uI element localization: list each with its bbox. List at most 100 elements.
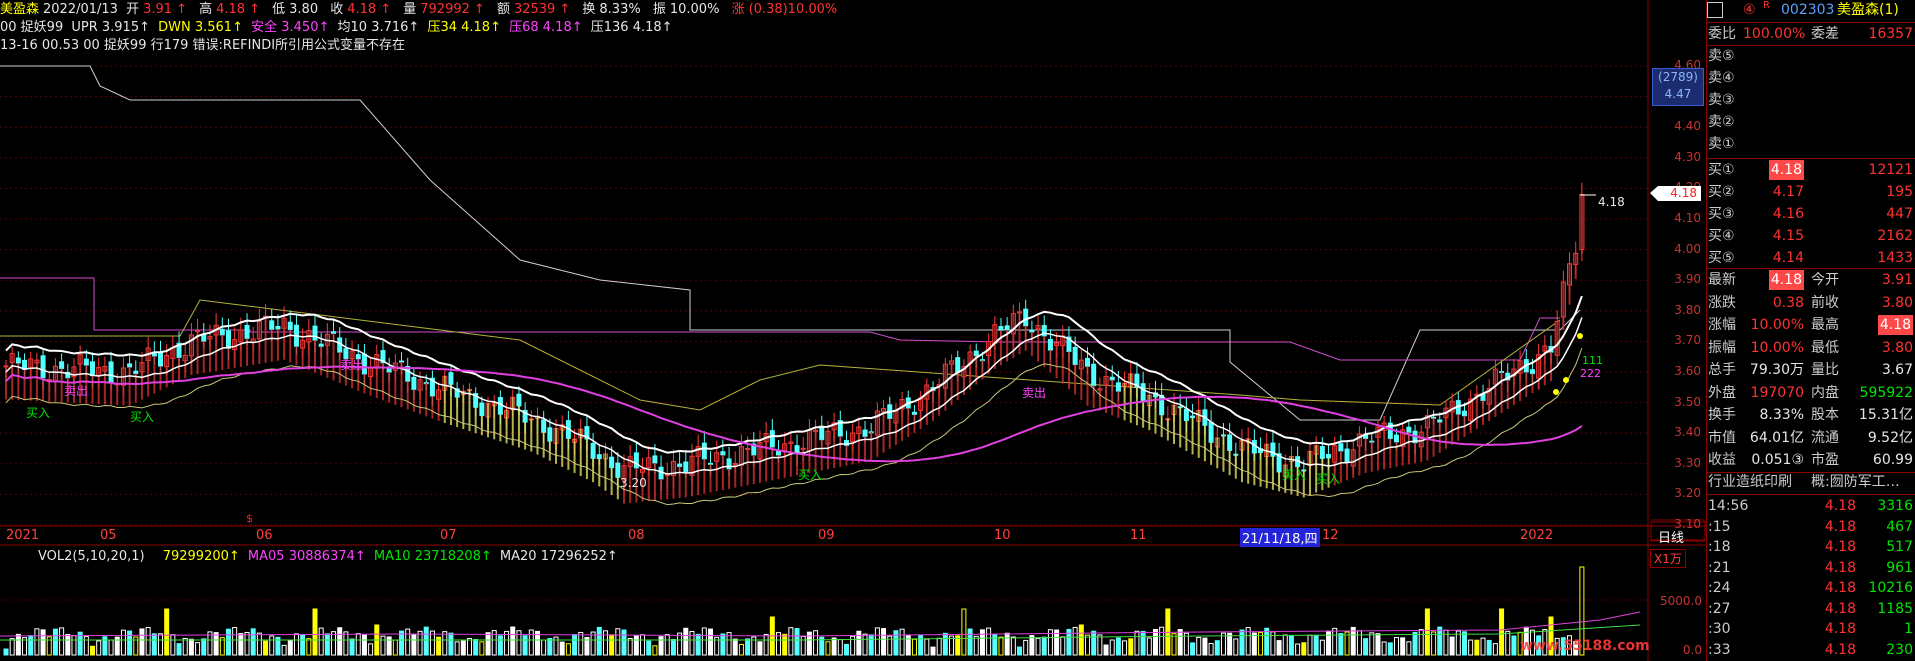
buy-order-row[interactable]: 买⑤ 4.14 1433 [1707, 248, 1915, 268]
volume-bar [1400, 637, 1406, 656]
volume-bar [1152, 628, 1158, 656]
row-value: 8.33% [1759, 407, 1804, 423]
stat-row[interactable]: 收益 0.051③ 市盈 60.99 [1707, 450, 1915, 470]
volume-bar [1214, 640, 1220, 656]
volume-bar [1023, 639, 1029, 656]
volume-bar [670, 638, 676, 656]
stat-row[interactable]: 涨跌 0.38 前收 3.80 [1707, 293, 1915, 313]
sell-order-row[interactable]: 卖① [1707, 134, 1915, 154]
volume-bar [1492, 643, 1498, 656]
row-value-2: 2162 [1877, 228, 1913, 244]
volume-bar [1115, 637, 1121, 656]
volume-bar [930, 646, 936, 656]
sell-order-row[interactable]: 卖③ [1707, 90, 1915, 110]
tick-row[interactable]: :27 4.18 1185 [1707, 599, 1915, 619]
volume-bar [1190, 642, 1196, 656]
sell-order-row[interactable]: 卖⑤ [1707, 46, 1915, 66]
row-label: 卖② [1708, 114, 1735, 130]
row-value: 4.18 [1824, 580, 1856, 596]
stat-row[interactable]: 外盘 197070 内盘 595922 [1707, 383, 1915, 403]
volume-bar [232, 627, 238, 656]
candle-body [448, 372, 454, 385]
row-value-2: 447 [1886, 206, 1913, 222]
volume-bar [1276, 640, 1282, 656]
period-label[interactable]: 日线 [1658, 527, 1684, 546]
buy-order-row[interactable]: 买③ 4.16 447 [1707, 204, 1915, 224]
sell-order-row[interactable]: 卖② [1707, 112, 1915, 132]
row-value-2: 3316 [1877, 498, 1913, 514]
candle-body [547, 427, 553, 442]
buy-order-row[interactable]: 买④ 4.15 2162 [1707, 226, 1915, 246]
volume-bar [287, 640, 293, 656]
tick-row[interactable]: 14:56 4.18 3316 [1707, 496, 1915, 516]
concept-label[interactable]: 概:囫防军工… [1811, 472, 1900, 492]
volume-bar [1239, 629, 1245, 656]
candle-body [1406, 426, 1412, 433]
tick-row[interactable]: :30 4.18 1 [1707, 619, 1915, 639]
panel-title-row: ④ R 002303 美盈森(1) [1707, 0, 1915, 20]
price-tick-label: 3.60 [1674, 364, 1701, 378]
volume-bar [924, 638, 930, 656]
volume-bar [1424, 608, 1430, 656]
volume-bar [145, 626, 151, 656]
volume-bar [1177, 629, 1183, 656]
row-value: 0.38 [1772, 294, 1804, 311]
stat-row[interactable]: 换手 8.33% 股本 15.31亿 [1707, 405, 1915, 425]
candle-body [677, 463, 683, 468]
volume-bar [911, 638, 917, 656]
volume-bar [83, 636, 89, 656]
volume-bar [1091, 630, 1097, 656]
stat-row[interactable]: 振幅 10.00% 最低 3.80 [1707, 338, 1915, 358]
candle-body [1437, 419, 1443, 423]
current-price-tag-text: 4.18 [1670, 186, 1697, 200]
candle-body [541, 419, 547, 433]
stat-row[interactable]: 涨幅 10.00% 最高 4.18 [1707, 315, 1915, 335]
row-value: 4.18 [1824, 498, 1856, 514]
row-value-2: 3.80 [1881, 339, 1913, 356]
volume-bar [1146, 637, 1152, 656]
date-tick-label: 06 [256, 528, 273, 543]
stat-row[interactable]: 总手 79.30万 量比 3.67 [1707, 360, 1915, 380]
tick-row[interactable]: :15 4.18 467 [1707, 517, 1915, 537]
stat-row[interactable]: 市值 64.01亿 流通 9.52亿 [1707, 428, 1915, 448]
buy-order-row[interactable]: 买① 4.18 12121 [1707, 160, 1915, 180]
date-marker: $ [246, 512, 253, 525]
volume-bar [1227, 632, 1233, 656]
volume-bar [627, 638, 633, 656]
price-tick-label: 4.40 [1674, 119, 1701, 134]
volume-bar [1301, 642, 1307, 656]
row-value: 4.14 [1772, 250, 1804, 266]
buy-order-row[interactable]: 买② 4.17 195 [1707, 182, 1915, 202]
panel-checkbox[interactable] [1707, 2, 1723, 18]
row-label-2: 最高 [1811, 317, 1839, 333]
volume-bar [361, 634, 367, 656]
tick-row[interactable]: :21 4.18 961 [1707, 558, 1915, 578]
volume-bar [1307, 634, 1313, 656]
row-label: :33 [1708, 641, 1731, 658]
tick-row[interactable]: :18 4.18 517 [1707, 537, 1915, 557]
candle-body [275, 325, 281, 330]
amt-label: 额 [496, 2, 510, 17]
volume-bar [1220, 632, 1226, 656]
sell-order-row[interactable]: 卖④ [1707, 68, 1915, 88]
volume-bar [961, 608, 967, 656]
industry-label[interactable]: 行业造纸印刷 [1708, 472, 1792, 492]
indicator-line: 00 捉妖99 UPR 3.915↑ DWN 3.561↑ 安全 3.450↑ … [0, 19, 677, 37]
volume-bar [448, 632, 454, 656]
volume-bar [1103, 644, 1109, 656]
buy-signal: 买入 [130, 410, 155, 424]
volume-bar [843, 643, 849, 656]
stat-row[interactable]: 最新 4.18 今开 3.91 [1707, 270, 1915, 290]
tick-row[interactable]: :33 4.18 230 [1707, 640, 1915, 660]
volume-bar [300, 634, 306, 656]
row-value-2: 961 [1886, 559, 1913, 576]
volume-bar [244, 632, 250, 656]
row-value-2: 1433 [1877, 250, 1913, 266]
tick-row[interactable]: :24 4.18 10216 [1707, 578, 1915, 598]
candle-body [411, 376, 417, 390]
volume-bar [825, 641, 831, 656]
price-tick-label: 3.70 [1674, 333, 1701, 348]
row-label: 14:56 [1708, 498, 1749, 514]
vol-current: 79299200↑ [162, 549, 240, 564]
candle-body [819, 425, 825, 441]
